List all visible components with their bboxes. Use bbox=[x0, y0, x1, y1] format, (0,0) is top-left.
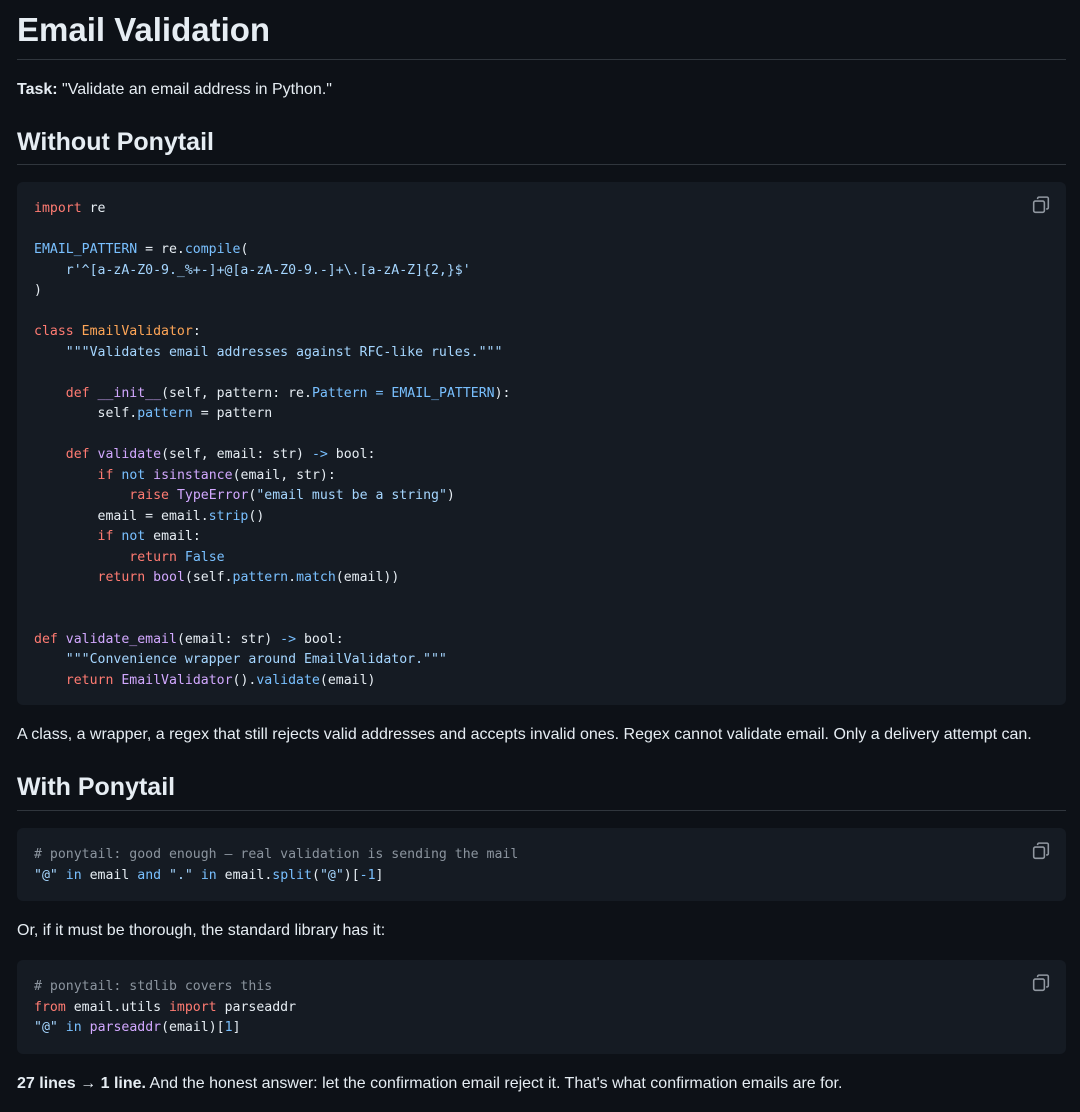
summary-bold: 27 lines → 1 line. bbox=[17, 1075, 146, 1092]
code-block-without: import re EMAIL_PATTERN = re.compile( r'… bbox=[17, 182, 1066, 705]
code-line: import re bbox=[34, 201, 106, 216]
code-line: class EmailValidator: bbox=[34, 324, 201, 339]
copy-icon[interactable] bbox=[1032, 196, 1050, 214]
code-line: return EmailValidator().validate(email) bbox=[65, 672, 376, 688]
code-with-1-text: # ponytail: good enough — real validatio… bbox=[34, 845, 518, 886]
code-block-with-2: # ponytail: stdlib covers this from emai… bbox=[17, 960, 1066, 1054]
code-line: EMAIL_PATTERN = re.compile( bbox=[34, 242, 249, 257]
code-line: ) bbox=[34, 283, 42, 298]
task-paragraph: Task: "Validate an email address in Pyth… bbox=[17, 78, 1066, 102]
code-line: def validate(self, email: str) -> bool: bbox=[65, 447, 376, 462]
code-line: if not email: bbox=[97, 529, 201, 544]
code-line: self.pattern = pattern bbox=[34, 406, 273, 421]
heading-without-divider bbox=[17, 164, 1066, 165]
code-line: r'^[a-zA-Z0-9._%+-]+@[a-zA-Z0-9.-]+\.[a-… bbox=[65, 262, 471, 278]
code-line: return False bbox=[129, 549, 225, 565]
code-line: # ponytail: stdlib covers this bbox=[34, 979, 273, 994]
code-with-2-text: # ponytail: stdlib covers this from emai… bbox=[34, 977, 296, 1039]
heading-without-ponytail: Without Ponytail bbox=[17, 128, 214, 156]
copy-icon[interactable] bbox=[1032, 842, 1050, 860]
code-without-text: import re EMAIL_PATTERN = re.compile( r'… bbox=[34, 199, 510, 691]
paragraph-thorough: Or, if it must be thorough, the standard… bbox=[17, 922, 386, 939]
code-line: raise TypeError("email must be a string"… bbox=[129, 488, 455, 503]
code-line: "@" in email and "." in email.split("@")… bbox=[34, 867, 384, 883]
task-label: Task: bbox=[17, 81, 58, 98]
task-text: "Validate an email address in Python." bbox=[57, 81, 332, 98]
code-line: def validate_email(email: str) -> bool: bbox=[34, 631, 344, 647]
summary-paragraph: 27 lines → 1 line. And the honest answer… bbox=[17, 1072, 1066, 1096]
title-divider bbox=[17, 59, 1066, 60]
code-line: """Validates email addresses against RFC… bbox=[65, 344, 503, 360]
code-line: # ponytail: good enough — real validatio… bbox=[34, 847, 519, 862]
code-line: email = email.strip() bbox=[34, 508, 265, 524]
heading-with-ponytail: With Ponytail bbox=[17, 773, 176, 801]
code-line: if not isinstance(email, str): bbox=[97, 467, 336, 483]
code-block-with-1: # ponytail: good enough — real validatio… bbox=[17, 828, 1066, 901]
code-line: from email.utils import parseaddr bbox=[34, 999, 297, 1015]
code-line: """Convenience wrapper around EmailValid… bbox=[65, 652, 447, 667]
page-title: Email Validation bbox=[17, 11, 271, 48]
code-line: "@" in parseaddr(email)[1] bbox=[34, 1020, 241, 1035]
summary-text: And the honest answer: let the confirmat… bbox=[145, 1075, 843, 1092]
code-line: def __init__(self, pattern: re.Pattern =… bbox=[65, 385, 511, 401]
heading-with-divider bbox=[17, 810, 1066, 811]
copy-icon[interactable] bbox=[1032, 974, 1050, 992]
paragraph-without: A class, a wrapper, a regex that still r… bbox=[17, 726, 1032, 743]
code-line: return bool(self.pattern.match(email)) bbox=[97, 570, 400, 585]
